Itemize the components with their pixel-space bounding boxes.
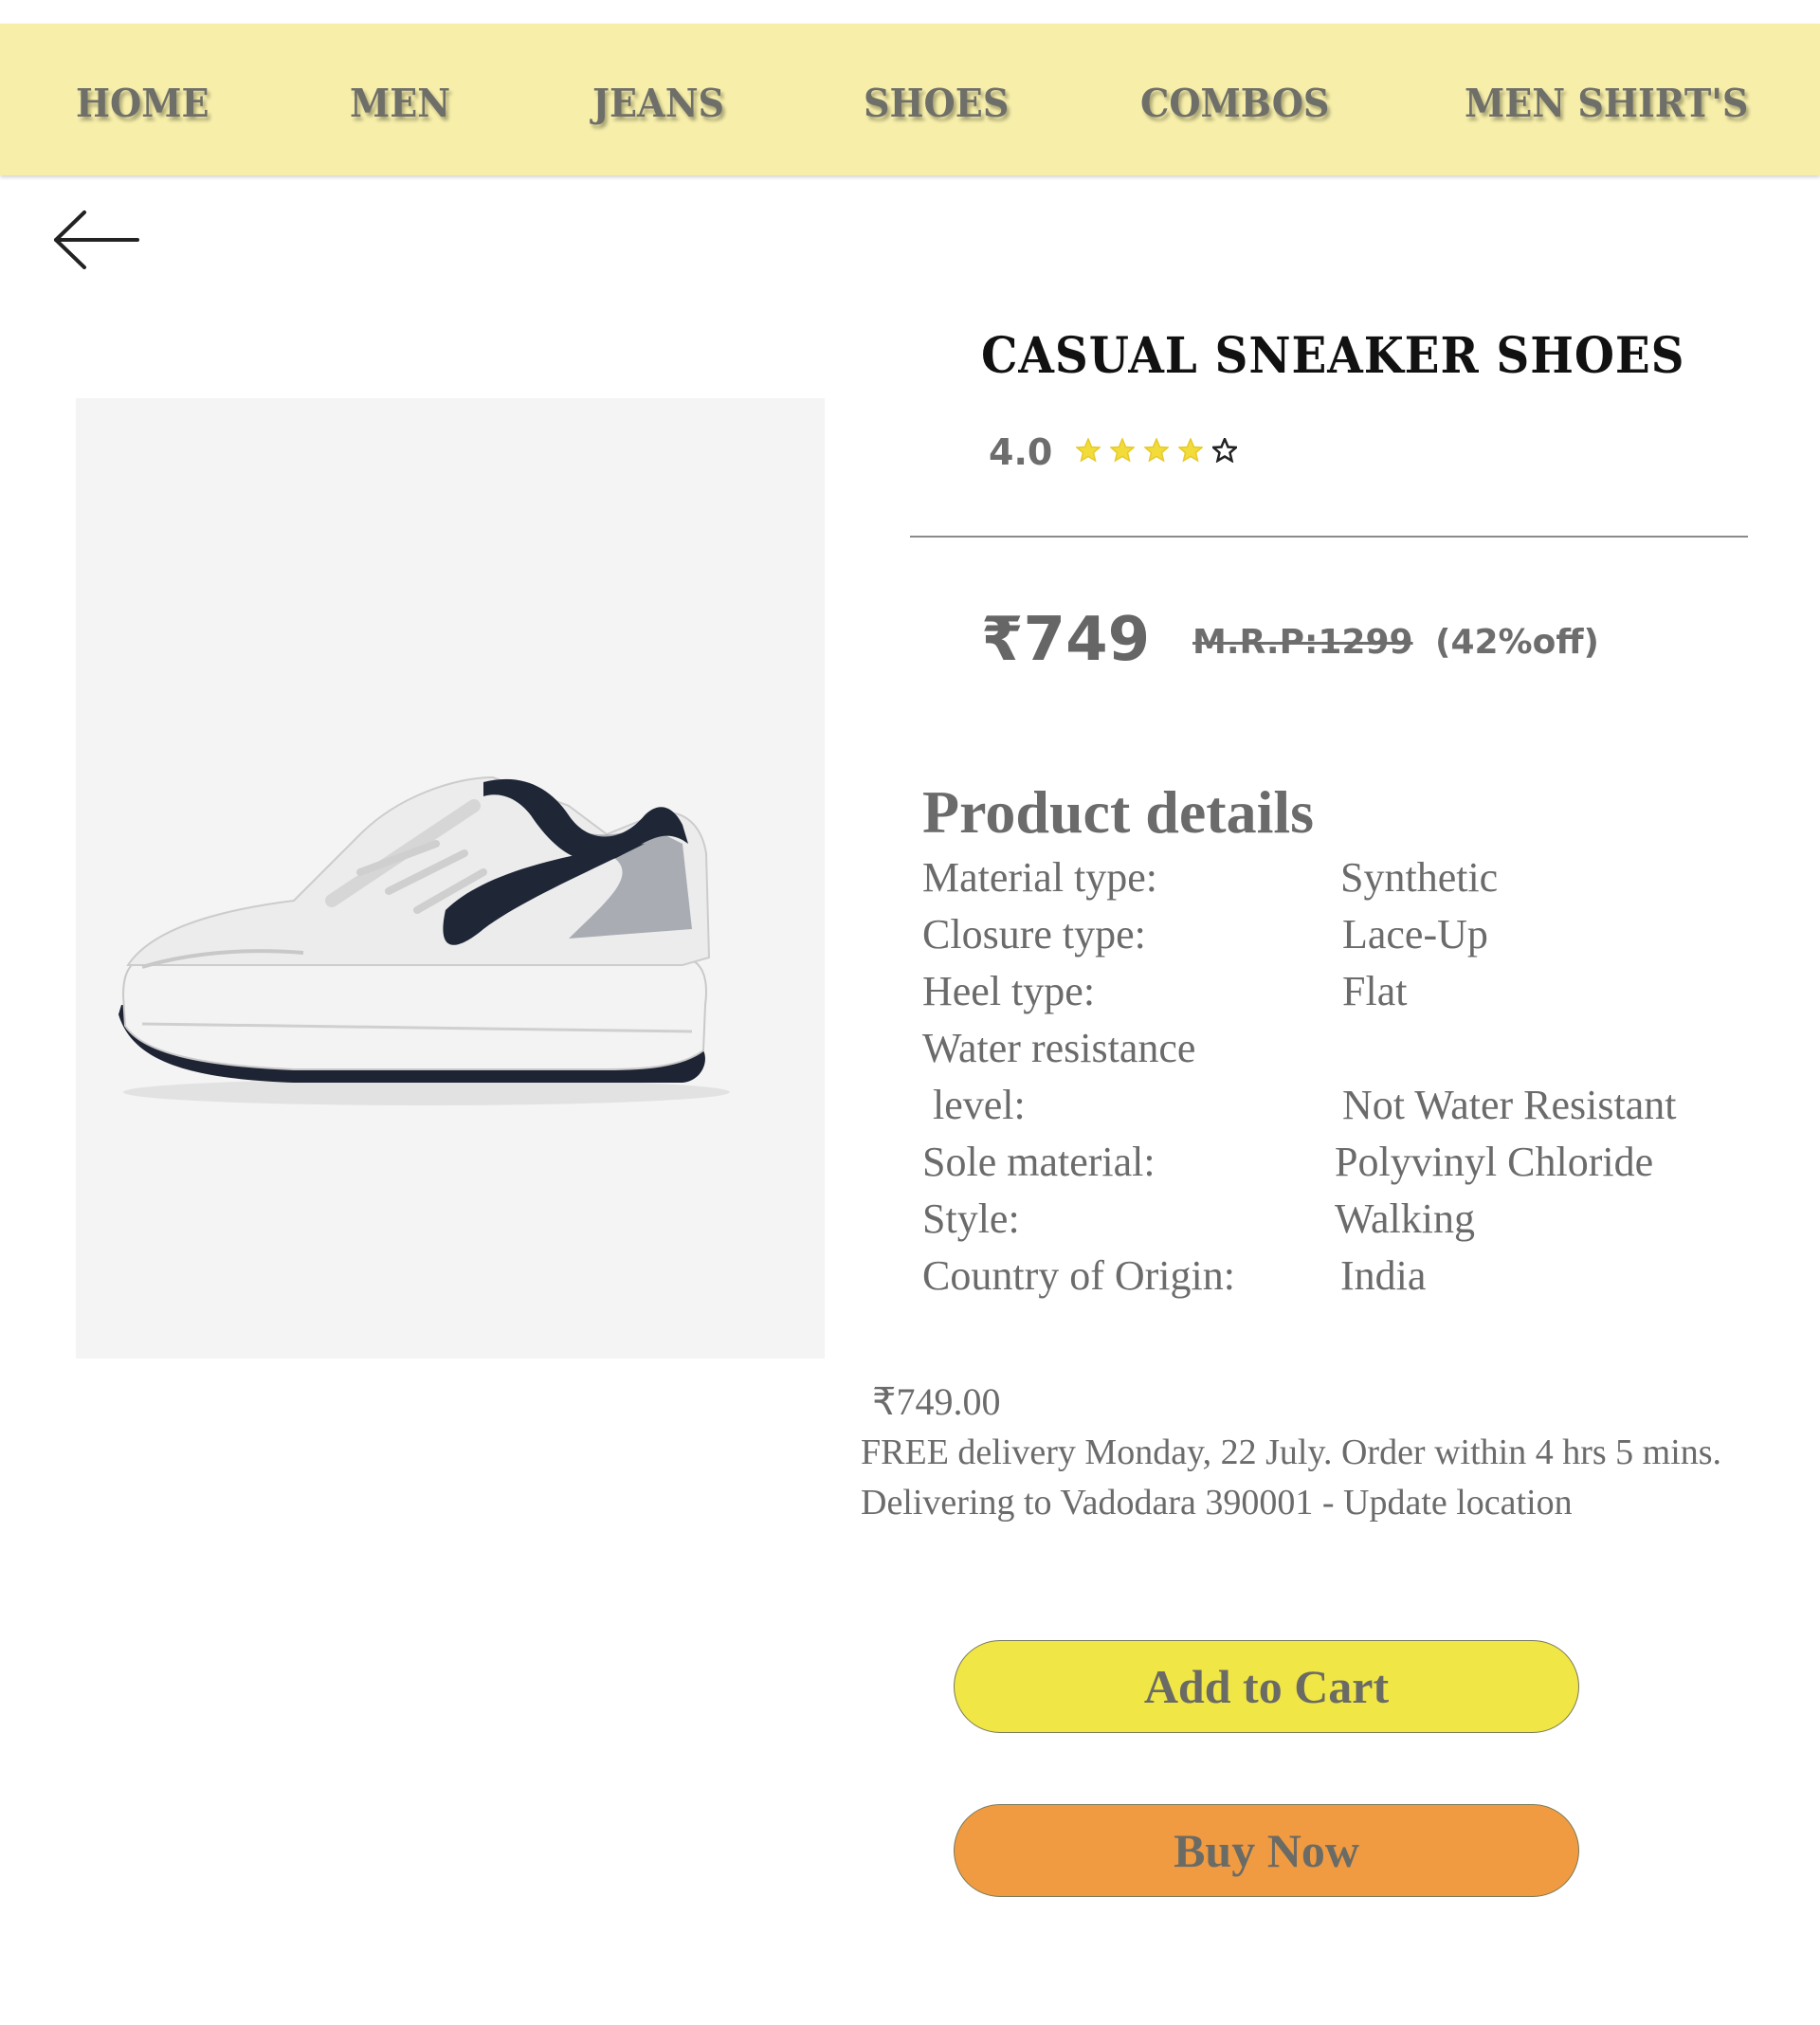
detail-value-water-resistance: Not Water Resistant [1342, 1082, 1677, 1128]
detail-label-sole: Sole material: [922, 1139, 1156, 1185]
product-image [76, 398, 825, 1359]
sneaker-image [118, 775, 730, 1105]
nav-home[interactable]: HOME [76, 24, 209, 175]
detail-value-style: Walking [1335, 1195, 1475, 1242]
back-button[interactable] [52, 209, 141, 271]
mrp-price: M.R.P:1299 [1192, 623, 1413, 662]
detail-value-material: Synthetic [1340, 854, 1499, 901]
price: ₹749 [981, 605, 1151, 675]
detail-value-closure: Lace-Up [1342, 911, 1488, 958]
detail-value-sole: Polyvinyl Chloride [1335, 1139, 1654, 1185]
star-filled-icon [1144, 438, 1169, 463]
delivery-price: ₹749.00 [872, 1380, 1001, 1423]
discount-badge: (42%off) [1435, 623, 1599, 662]
detail-label-material: Material type: [922, 854, 1158, 901]
star-filled-icon [1178, 438, 1203, 463]
nav-men-shirts[interactable]: MEN SHIRT'S [1465, 24, 1748, 175]
star-filled-icon [1076, 438, 1101, 463]
detail-value-origin: India [1340, 1252, 1427, 1299]
star-filled-icon [1110, 438, 1135, 463]
detail-value-heel: Flat [1342, 968, 1408, 1014]
divider [910, 536, 1748, 538]
arrow-left-icon [54, 210, 139, 269]
product-title: CASUAL SNEAKER SHOES [981, 327, 1685, 385]
detail-label-heel: Heel type: [922, 968, 1096, 1014]
nav-combos[interactable]: COMBOS [1140, 24, 1329, 175]
buy-now-button[interactable]: Buy Now [954, 1804, 1579, 1897]
nav-shoes[interactable]: SHOES [864, 24, 1009, 175]
rating-value: 4.0 [989, 431, 1053, 473]
delivery-date: FREE delivery Monday, 22 July. Order wit… [861, 1432, 1722, 1472]
product-details-heading: Product details [922, 778, 1315, 846]
star-empty-icon [1212, 438, 1237, 463]
nav-men[interactable]: MEN [350, 24, 450, 175]
add-to-cart-button[interactable]: Add to Cart [954, 1640, 1579, 1733]
detail-label-water-resistance: Water resistance [922, 1025, 1196, 1071]
top-nav: HOME MEN JEANS SHOES COMBOS MEN SHIRT'S [0, 24, 1820, 175]
detail-label-closure: Closure type: [922, 911, 1146, 958]
nav-jeans[interactable]: JEANS [592, 24, 724, 175]
detail-label-style: Style: [922, 1195, 1020, 1242]
detail-label-origin: Country of Origin: [922, 1252, 1235, 1299]
detail-label-water-resistance-level: level: [922, 1082, 1026, 1128]
delivery-location[interactable]: Delivering to Vadodara 390001 - Update l… [861, 1482, 1573, 1523]
